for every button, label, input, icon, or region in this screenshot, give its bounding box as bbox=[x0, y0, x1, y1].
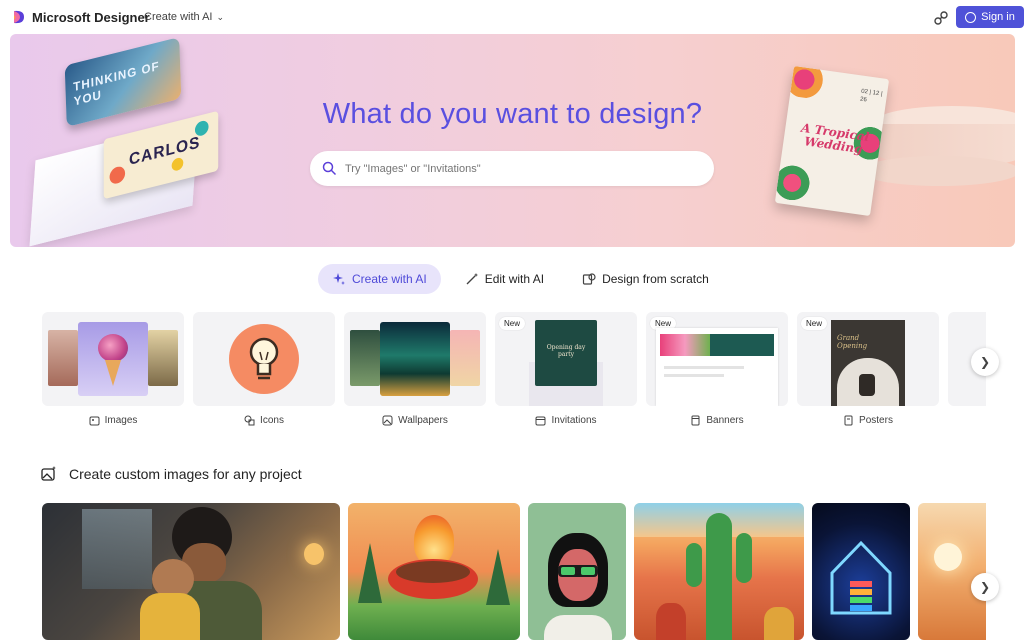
search-icon bbox=[322, 161, 337, 176]
category-name: Wallpapers bbox=[398, 414, 448, 426]
wedding-invitation-image: 02 | 12 | 26 A Tropical Wedding bbox=[774, 65, 890, 217]
category-thumbnail: New Grand Opening bbox=[797, 312, 939, 406]
shapes-icon bbox=[244, 415, 255, 425]
design-shapes-icon bbox=[582, 273, 596, 285]
poster-thumb-text: Grand Opening bbox=[837, 334, 868, 350]
gallery-image-mother-child[interactable] bbox=[42, 503, 340, 640]
category-name: Images bbox=[104, 414, 138, 426]
prompt-search-box[interactable] bbox=[310, 151, 714, 186]
category-label: Banners bbox=[646, 413, 788, 427]
image-gallery bbox=[42, 503, 986, 640]
tab-edit-with-ai[interactable]: Edit with AI bbox=[451, 264, 558, 294]
new-badge: New bbox=[801, 317, 828, 330]
create-menu-label: Create with AI bbox=[144, 11, 213, 23]
tab-design-from-scratch[interactable]: Design from scratch bbox=[568, 264, 723, 294]
create-with-ai-menu[interactable]: Create with AI ⌄ bbox=[144, 11, 224, 23]
category-name: Icons bbox=[260, 414, 284, 426]
image-sparkle-icon bbox=[89, 416, 100, 425]
poster-icon bbox=[844, 415, 853, 425]
gallery-image-neon-house[interactable] bbox=[812, 503, 910, 640]
gallery-image-portrait[interactable] bbox=[528, 503, 626, 640]
category-images[interactable]: Images bbox=[42, 312, 184, 427]
section-title: Create custom images for any project bbox=[69, 466, 302, 482]
category-next-button[interactable]: ❯ bbox=[971, 348, 999, 376]
chevron-right-icon: ❯ bbox=[979, 355, 991, 369]
category-thumbnail bbox=[42, 312, 184, 406]
wallpaper-icon bbox=[382, 415, 393, 425]
gallery-next-button[interactable]: ❯ bbox=[971, 573, 999, 601]
calendar-icon bbox=[535, 416, 546, 425]
card-text: CARLOS bbox=[128, 133, 201, 170]
category-icons[interactable]: Icons bbox=[193, 312, 335, 427]
category-label: Invitations bbox=[495, 413, 637, 427]
invitation-thumb-text: Opening day party bbox=[546, 344, 586, 358]
image-add-icon bbox=[41, 466, 56, 481]
category-name: Posters bbox=[859, 414, 893, 426]
magic-wand-icon bbox=[466, 273, 478, 285]
chevron-right-icon: ❯ bbox=[979, 580, 991, 594]
category-posters[interactable]: New Grand Opening Posters bbox=[797, 312, 939, 427]
search-input[interactable] bbox=[345, 162, 685, 175]
category-thumbnail bbox=[344, 312, 486, 406]
share-link-icon[interactable] bbox=[933, 10, 949, 26]
section-header: Create custom images for any project bbox=[40, 465, 302, 483]
category-thumbnail: New bbox=[646, 312, 788, 406]
hero-banner: THINKING OF YOU CARLOS What do you want … bbox=[10, 34, 1015, 247]
tab-label: Create with AI bbox=[352, 272, 427, 286]
category-thumbnail bbox=[193, 312, 335, 406]
category-label: Icons bbox=[193, 413, 335, 427]
new-badge: New bbox=[499, 317, 526, 330]
category-thumbnail: New Opening day party bbox=[495, 312, 637, 406]
category-carousel: Images Icons Wallpapers New Opening day … bbox=[42, 312, 986, 432]
category-banners[interactable]: New Banners bbox=[646, 312, 788, 427]
chevron-down-icon: ⌄ bbox=[216, 11, 225, 22]
gallery-image-grill[interactable] bbox=[348, 503, 520, 640]
wedding-date: 02 | 12 | 26 bbox=[859, 88, 883, 104]
category-name: Banners bbox=[706, 414, 744, 426]
sign-in-label: Sign in bbox=[981, 11, 1015, 23]
category-invitations[interactable]: New Opening day party Invitations bbox=[495, 312, 637, 427]
sign-in-button[interactable]: Sign in bbox=[956, 6, 1024, 28]
category-name: Invitations bbox=[551, 414, 597, 426]
lightbulb-icon bbox=[249, 337, 279, 380]
category-wallpapers[interactable]: Wallpapers bbox=[344, 312, 486, 427]
person-icon bbox=[965, 11, 977, 23]
category-label: Images bbox=[42, 413, 184, 427]
banner-icon bbox=[691, 415, 700, 425]
brand-name[interactable]: Microsoft Designer bbox=[32, 10, 150, 25]
tab-label: Design from scratch bbox=[602, 272, 709, 286]
designer-logo-icon[interactable] bbox=[12, 9, 26, 25]
category-label: Wallpapers bbox=[344, 413, 486, 427]
gallery-image-sunset[interactable] bbox=[918, 503, 986, 640]
gallery-image-cactus[interactable] bbox=[634, 503, 804, 640]
tab-create-with-ai[interactable]: Create with AI bbox=[318, 264, 441, 294]
sparkle-icon bbox=[333, 273, 345, 285]
category-label: Posters bbox=[797, 413, 939, 427]
tab-label: Edit with AI bbox=[484, 272, 545, 286]
top-bar: Microsoft Designer Create with AI ⌄ Sign… bbox=[0, 0, 1024, 34]
mode-tabs: Create with AI Edit with AI Design from … bbox=[318, 264, 723, 294]
neon-house-shape bbox=[830, 540, 892, 615]
